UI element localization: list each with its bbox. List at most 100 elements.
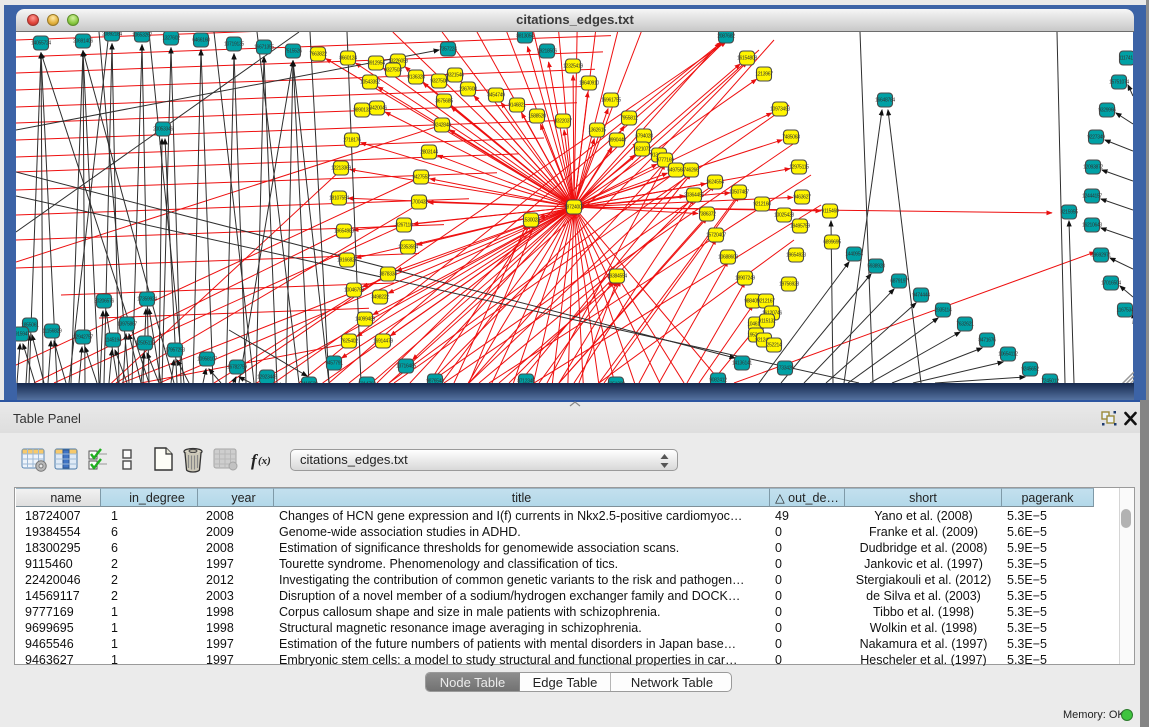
svg-text:15720407: 15720407 (706, 233, 726, 239)
svg-text:9245652: 9245652 (1021, 367, 1039, 373)
svg-text:19654923: 19654923 (786, 253, 806, 259)
svg-text:7386372: 7386372 (698, 212, 716, 218)
svg-text:7625402: 7625402 (340, 339, 358, 345)
svg-text:1733426: 1733426 (776, 366, 794, 372)
svg-text:1117415: 1117415 (1119, 56, 1133, 62)
svg-text:13716485: 13716485 (396, 364, 416, 370)
svg-text:19218506: 19218506 (537, 49, 557, 55)
svg-text:14136141: 14136141 (732, 361, 752, 367)
svg-text:9115132: 9115132 (759, 319, 777, 325)
svg-text:6466160: 6466160 (192, 38, 210, 44)
svg-text:10958107: 10958107 (197, 357, 217, 363)
svg-text:8322037: 8322037 (554, 119, 572, 125)
svg-text:252214: 252214 (767, 343, 782, 349)
svg-text:2367608: 2367608 (459, 87, 477, 93)
svg-text:9327503: 9327503 (384, 68, 402, 74)
svg-text:7955812: 7955812 (620, 116, 638, 122)
svg-text:2803144: 2803144 (420, 150, 438, 156)
svg-text:9321546: 9321546 (446, 73, 464, 79)
svg-text:1167534: 1167534 (1117, 308, 1134, 314)
svg-text:2087682: 2087682 (717, 34, 735, 40)
svg-text:1588520: 1588520 (528, 114, 546, 120)
svg-text:10046798: 10046798 (344, 288, 364, 294)
svg-text:19384554: 19384554 (607, 274, 627, 280)
svg-text:8471676: 8471676 (978, 338, 996, 344)
svg-text:18724007: 18724007 (564, 205, 584, 211)
svg-text:16210643: 16210643 (1082, 223, 1102, 229)
svg-text:8454749: 8454749 (487, 93, 505, 99)
svg-text:8712345: 8712345 (517, 379, 535, 383)
svg-text:20892184: 20892184 (102, 32, 122, 38)
svg-text:8813054: 8813054 (516, 34, 534, 40)
svg-text:17957253: 17957253 (165, 348, 185, 354)
svg-text:19166827: 19166827 (337, 258, 357, 264)
svg-text:17016504: 17016504 (1101, 281, 1121, 287)
svg-text:6794028: 6794028 (635, 134, 653, 140)
svg-text:1440954: 1440954 (845, 252, 863, 258)
svg-text:18907249: 18907249 (735, 276, 755, 282)
svg-text:2718176: 2718176 (343, 138, 361, 144)
svg-text:1700432: 1700432 (410, 200, 428, 206)
svg-text:9242848: 9242848 (433, 123, 451, 129)
svg-text:7663822: 7663822 (309, 52, 327, 58)
svg-text:6351208: 6351208 (607, 382, 625, 383)
svg-text:16914479: 16914479 (373, 339, 393, 345)
svg-text:14055724: 14055724 (31, 41, 51, 47)
svg-text:10543392: 10543392 (360, 80, 380, 86)
svg-text:10973493: 10973493 (770, 107, 790, 113)
svg-text:12325419: 12325419 (563, 64, 583, 70)
svg-text:6899695: 6899695 (823, 240, 841, 246)
svg-text:19692971: 19692971 (1091, 253, 1111, 259)
svg-text:9463627: 9463627 (793, 195, 811, 201)
svg-text:1213967: 1213967 (755, 72, 773, 78)
svg-text:10025438: 10025438 (774, 213, 794, 219)
svg-text:7418529: 7418529 (300, 382, 318, 383)
svg-text:6879197: 6879197 (890, 279, 908, 285)
svg-text:7357224: 7357224 (439, 47, 457, 53)
svg-text:8267110: 8267110 (396, 223, 414, 229)
svg-text:12353594: 12353594 (398, 245, 418, 251)
svg-text:8660124: 8660124 (339, 56, 357, 62)
svg-text:3878334: 3878334 (379, 272, 397, 278)
svg-text:12505115: 12505115 (135, 341, 155, 347)
svg-text:13975867: 13975867 (117, 322, 137, 328)
svg-text:9327508: 9327508 (430, 79, 448, 85)
svg-text:20206576: 20206576 (94, 299, 114, 305)
svg-text:9227349: 9227349 (1087, 135, 1105, 141)
svg-text:9212167: 9212167 (757, 299, 775, 305)
svg-text:(x): (x) (258, 455, 271, 467)
svg-text:10688609: 10688609 (718, 255, 738, 261)
svg-text:18640910: 18640910 (579, 81, 599, 87)
svg-text:2935114: 2935114 (935, 308, 953, 314)
svg-text:1362615: 1362615 (588, 128, 606, 134)
svg-text:9427552: 9427552 (412, 175, 430, 181)
svg-text:16154808: 16154808 (737, 56, 757, 62)
svg-text:1621072: 1621072 (633, 147, 651, 153)
svg-text:9329966: 9329966 (1098, 108, 1116, 114)
svg-text:12975115: 12975115 (789, 165, 809, 171)
svg-text:12942757: 12942757 (73, 335, 93, 341)
svg-text:3675685: 3675685 (435, 99, 453, 105)
svg-text:9212160: 9212160 (753, 202, 771, 208)
svg-text:10654112: 10654112 (998, 352, 1018, 358)
svg-text:8215955: 8215955 (1060, 210, 1078, 216)
svg-text:3915947: 3915947 (16, 332, 30, 338)
svg-text:9474444: 9474444 (912, 293, 930, 299)
svg-text:9115460: 9115460 (822, 209, 840, 215)
svg-text:1327602: 1327602 (162, 36, 180, 42)
svg-text:746266: 746266 (684, 168, 699, 174)
svg-text:16961755: 16961755 (601, 98, 621, 104)
svg-text:10653267: 10653267 (132, 33, 152, 39)
svg-text:12923446: 12923446 (257, 375, 277, 381)
svg-text:9082412: 9082412 (709, 378, 727, 383)
svg-text:5938928: 5938928 (867, 264, 885, 270)
svg-text:16648784: 16648784 (875, 98, 895, 104)
svg-text:3912954: 3912954 (367, 61, 385, 67)
svg-text:20364456: 20364456 (684, 193, 704, 199)
svg-text:9890132: 9890132 (353, 108, 371, 114)
svg-text:9876543: 9876543 (426, 379, 444, 383)
svg-text:16782759: 16782759 (227, 365, 247, 371)
svg-text:1145194: 1145194 (105, 338, 123, 344)
svg-text:1530023: 1530023 (522, 218, 540, 224)
svg-text:6497568: 6497568 (667, 168, 685, 174)
